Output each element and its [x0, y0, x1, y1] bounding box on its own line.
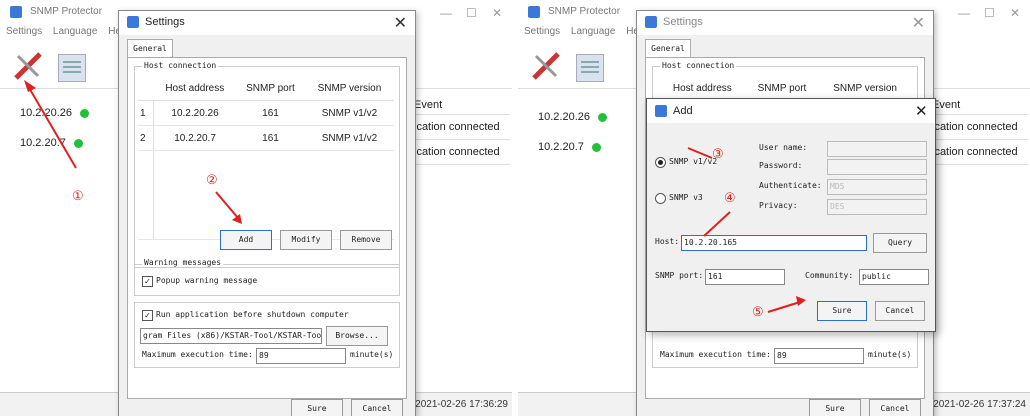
arrow-1-head: [24, 80, 36, 92]
annotation-4: ④: [724, 190, 736, 205]
annotation-3: ③: [712, 146, 724, 161]
arrow-3: [687, 147, 713, 159]
arrow-4: [703, 211, 731, 237]
annotation-1: ①: [72, 188, 84, 203]
annotation-arrows: [687, 147, 806, 313]
right-screenshot: SNMP Protector — ☐ ✕ Settings Language H…: [518, 0, 1030, 416]
arrow-5-head: [796, 296, 806, 306]
left-screenshot: SNMP Protector — ☐ ✕ Settings Language H…: [0, 0, 512, 416]
annotation-2: ②: [206, 172, 218, 187]
arrow-5: [767, 301, 801, 313]
arrow-2: [215, 191, 239, 219]
arrow-1: [27, 85, 77, 169]
annotation-5: ⑤: [752, 304, 764, 319]
annotation-arrows: [24, 80, 242, 224]
